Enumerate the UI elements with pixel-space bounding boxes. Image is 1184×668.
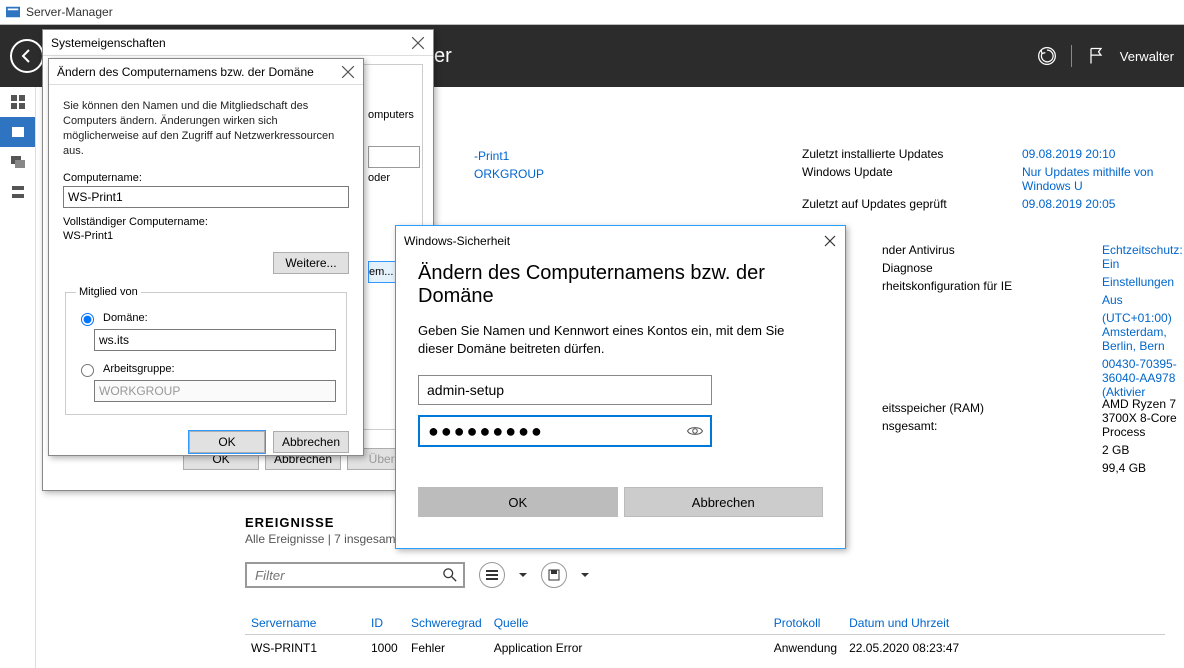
events-filter[interactable] (245, 562, 465, 588)
sidebar (0, 87, 36, 668)
prop-label: Diagnose (882, 261, 1022, 275)
dialog-title: Ändern des Computernamens bzw. der Domän… (57, 65, 314, 79)
events-table: Servername ID Schweregrad Quelle Protoko… (245, 612, 1165, 661)
col-dt[interactable]: Datum und Uhrzeit (843, 612, 1165, 635)
prop-value: AMD Ryzen 7 3700X 8-Core Process (1102, 397, 1184, 439)
chevron-down-icon[interactable] (581, 571, 589, 579)
prop-label: Windows Update (802, 165, 1022, 193)
computer-name-link[interactable]: -Print1 (474, 149, 544, 163)
back-button[interactable] (10, 39, 44, 73)
prop-label: eitsspeicher (RAM) (882, 401, 1022, 415)
sidebar-roles[interactable] (0, 177, 35, 207)
dialog-title: Systemeigenschaften (51, 36, 166, 50)
ok-button[interactable]: OK (418, 487, 618, 517)
domain-input[interactable] (94, 329, 336, 351)
username-input[interactable] (418, 375, 712, 405)
prop-value-link[interactable]: (UTC+01:00) Amsterdam, Berlin, Bern (1102, 311, 1184, 353)
computername-input[interactable] (63, 186, 349, 208)
events-columns-button[interactable] (479, 562, 505, 588)
prop-value-link[interactable]: 09.08.2019 20:05 (1022, 197, 1184, 211)
workgroup-input (94, 380, 336, 402)
prop-value-link[interactable]: 00430-70395-36040-AA978 (Aktivier (1102, 357, 1184, 399)
col-id[interactable]: ID (365, 612, 405, 635)
prop-value-link[interactable]: Echtzeitschutz: Ein (1102, 243, 1184, 271)
events-filter-input[interactable] (253, 567, 443, 584)
window-title: Server-Manager (26, 5, 113, 19)
cancel-button[interactable]: Abbrechen (273, 431, 349, 453)
password-input[interactable] (418, 415, 712, 447)
security-instruction: Geben Sie Namen und Kennwort eines Konto… (418, 322, 823, 357)
input-fragment (368, 146, 420, 168)
dialog-title: Windows-Sicherheit (404, 234, 510, 248)
search-icon[interactable] (443, 568, 457, 582)
domain-radio[interactable] (81, 313, 94, 326)
separator (1071, 45, 1072, 67)
text-fragment: oder (368, 172, 390, 184)
security-heading: Ändern des Computernamens bzw. der Domän… (418, 262, 823, 308)
ok-button[interactable]: OK (189, 431, 265, 453)
member-of-fieldset: Mitglied von Domäne: Arbeitsgruppe: (65, 286, 347, 415)
domain-radio-label: Domäne: (103, 312, 148, 324)
close-icon[interactable] (341, 65, 355, 79)
fullname-label: Vollständiger Computername: (63, 216, 349, 228)
close-icon[interactable] (823, 234, 837, 248)
col-server[interactable]: Servername (245, 612, 365, 635)
chevron-down-icon[interactable] (519, 571, 527, 579)
sidebar-all-servers[interactable] (0, 147, 35, 177)
workgroup-radio-label: Arbeitsgruppe: (103, 363, 175, 375)
prop-value: 99,4 GB (1102, 461, 1184, 475)
table-row[interactable]: WS-PRINT1 1000 Fehler Application Error … (245, 635, 1165, 662)
prop-label: nsgesamt: (882, 419, 1022, 433)
reveal-password-icon[interactable] (686, 422, 704, 440)
prop-value-link[interactable]: 09.08.2019 20:10 (1022, 147, 1184, 161)
prop-label: Zuletzt installierte Updates (802, 147, 1022, 161)
workgroup-radio[interactable] (81, 364, 94, 377)
dialog-change-name: Ändern des Computernamens bzw. der Domän… (48, 58, 364, 456)
dialog-description: Sie können den Namen und die Mitgliedsch… (63, 99, 349, 158)
computername-label: Computername: (63, 172, 349, 184)
tab-fragment: omputers (368, 109, 414, 121)
workgroup-link[interactable]: ORKGROUP (474, 167, 544, 181)
prop-value-link[interactable]: Einstellungen (1102, 275, 1184, 289)
manage-link[interactable]: Verwalter (1120, 49, 1174, 64)
sidebar-dashboard[interactable] (0, 87, 35, 117)
prop-value-link[interactable]: Aus (1102, 293, 1184, 307)
fullname-value: WS-Print1 (63, 230, 349, 242)
more-button[interactable]: Weitere... (273, 252, 349, 274)
col-src[interactable]: Quelle (488, 612, 768, 635)
prop-label: rheitskonfiguration für IE (882, 279, 1022, 293)
window-titlebar: Server-Manager (0, 0, 1184, 25)
cancel-button[interactable]: Abbrechen (624, 487, 824, 517)
prop-label: Zuletzt auf Updates geprüft (802, 197, 1022, 211)
app-icon (6, 5, 20, 19)
prop-label: nder Antivirus (882, 243, 1022, 257)
close-icon[interactable] (411, 36, 425, 50)
fieldset-legend: Mitglied von (76, 286, 141, 298)
col-sev[interactable]: Schweregrad (405, 612, 488, 635)
prop-value: 2 GB (1102, 443, 1184, 457)
refresh-icon[interactable] (1037, 46, 1057, 66)
events-save-button[interactable] (541, 562, 567, 588)
col-proto[interactable]: Protokoll (768, 612, 843, 635)
flag-icon[interactable] (1086, 46, 1106, 66)
dialog-windows-security: Windows-Sicherheit Ändern des Computerna… (395, 225, 846, 549)
prop-value-link[interactable]: Nur Updates mithilfe von Windows U (1022, 165, 1184, 193)
sidebar-local-server[interactable] (0, 117, 35, 147)
